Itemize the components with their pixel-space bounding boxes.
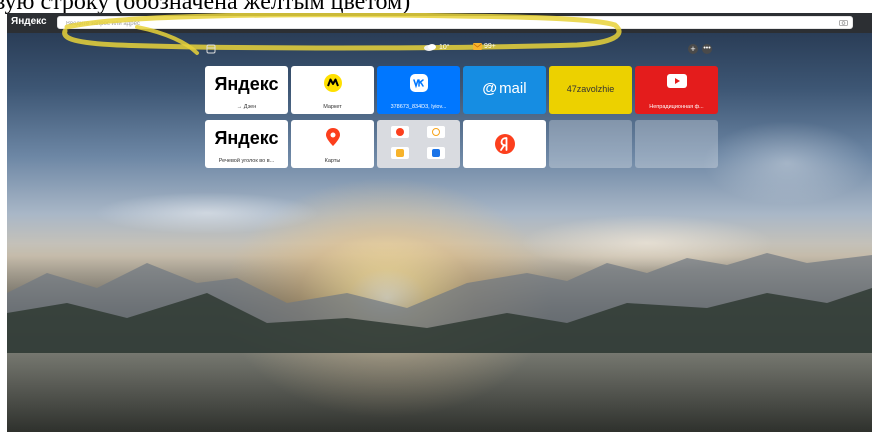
- lake-fog: [7, 353, 872, 432]
- map-pin-icon: [325, 128, 340, 146]
- browser-toolbar: Яндекс: [7, 13, 872, 33]
- mail-widget[interactable]: 99+: [473, 43, 496, 50]
- mail-logo: @ mail: [482, 80, 527, 97]
- tile-47zavolzhie[interactable]: 47zavolzhie: [549, 66, 632, 114]
- tile-label: 378673_834D3, lyiov...: [390, 104, 447, 110]
- zavolzhie-logo: 47zavolzhie: [566, 84, 615, 94]
- weather-temperature: 10°: [439, 43, 450, 51]
- yandex-logo: Яндекс: [214, 74, 279, 94]
- address-bar[interactable]: [57, 16, 853, 30]
- tile-yandex-browser[interactable]: [463, 120, 546, 168]
- plus-icon[interactable]: +: [688, 44, 698, 54]
- more-icon[interactable]: •••: [702, 44, 712, 54]
- yandex-logo: Яндекс: [214, 128, 279, 148]
- search-input[interactable]: [64, 17, 828, 30]
- timer-icon: [427, 126, 445, 138]
- browser-window: Яндекс 10° 9: [7, 13, 872, 432]
- info-bar: 10° 99+ + •••: [7, 43, 872, 57]
- tile-vk[interactable]: 378673_834D3, lyiov...: [377, 66, 460, 114]
- tile-empty-2[interactable]: [635, 120, 718, 168]
- tile-market[interactable]: Маркет: [291, 66, 374, 114]
- yandex-y-icon: [494, 134, 515, 154]
- mail-icon: [473, 43, 482, 50]
- yandex-search-icon: [391, 126, 409, 138]
- mail-count: 99+: [484, 43, 496, 50]
- tile-label: → Дзен: [236, 104, 257, 110]
- tile-label: Непрадиционная ф...: [649, 104, 704, 110]
- document-caption: вую строку (обозначена жёлтым цветом): [0, 0, 411, 14]
- weather-widget[interactable]: 10°: [423, 43, 450, 51]
- youtube-play-icon: [666, 74, 687, 88]
- camera-icon[interactable]: [839, 19, 848, 26]
- tile-label: Маркет: [323, 104, 342, 110]
- tile-yandex-dzen[interactable]: Яндекс → Дзен: [205, 66, 288, 114]
- browser-brand: Яндекс: [11, 16, 47, 27]
- mountain-range: [7, 253, 872, 353]
- message-icon: [391, 147, 409, 159]
- weather-cloud-icon: [424, 44, 436, 51]
- tile-label: Карты: [324, 158, 341, 164]
- tile-maps[interactable]: Карты: [291, 120, 374, 168]
- tile-yandex-speech[interactable]: Яндекс Речевой уголок во в...: [205, 120, 288, 168]
- tile-group[interactable]: [377, 120, 460, 168]
- tile-empty-1[interactable]: [549, 120, 632, 168]
- sidebar-icon[interactable]: [206, 44, 216, 54]
- tile-label: Речевой уголок во в...: [218, 158, 275, 164]
- vk-logo-icon: [409, 74, 428, 92]
- tile-mail[interactable]: @ mail: [463, 66, 546, 114]
- cloud-icon: [427, 147, 445, 159]
- tile-youtube[interactable]: Непрадиционная ф...: [635, 66, 718, 114]
- market-logo-icon: [323, 74, 342, 92]
